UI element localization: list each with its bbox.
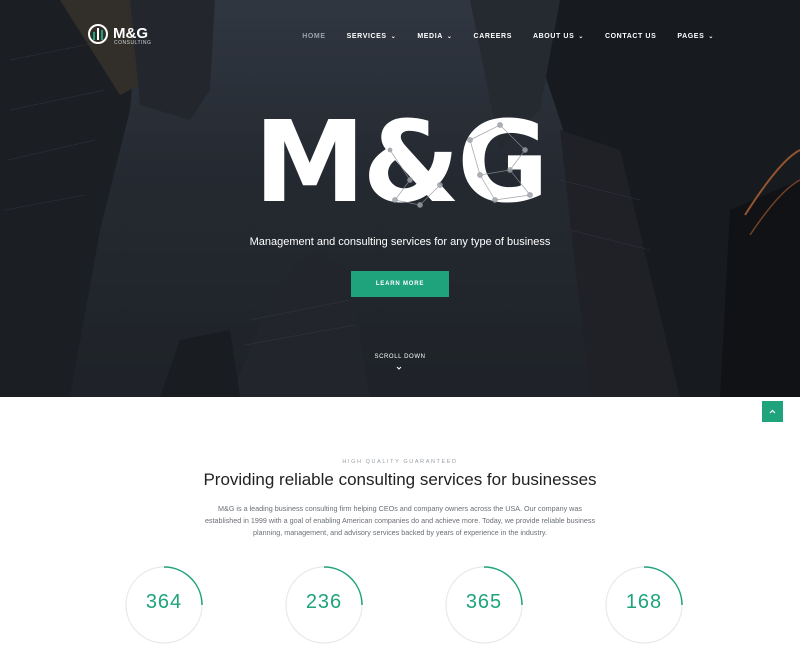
- stat-value: 365: [465, 591, 503, 613]
- section-eyebrow: HIGH QUALITY GUARANTEED: [342, 459, 458, 465]
- network-pattern-overlay: [387, 122, 533, 208]
- stat-counter: 236: [284, 565, 364, 645]
- stat-value: 364: [145, 591, 183, 613]
- hero-section: M&G CONSULTING HOME SERVICES ⌄ MEDIA ⌄ CAREER…: [0, 0, 800, 397]
- chevron-up-icon: [769, 409, 776, 414]
- stat-value: 168: [625, 591, 663, 613]
- back-to-top-button[interactable]: [762, 401, 783, 422]
- section-heading: Providing reliable consulting services f…: [203, 470, 597, 489]
- chevron-down-icon[interactable]: [396, 365, 402, 371]
- scroll-down-link[interactable]: SCROLL DOWN: [0, 354, 800, 360]
- section-description: M&G is a leading business consulting fir…: [204, 504, 596, 537]
- stat-counter: 365: [444, 565, 524, 645]
- stat-value: 236: [305, 591, 343, 613]
- learn-more-button[interactable]: LEARN MORE: [351, 271, 449, 297]
- hero-tagline: Management and consulting services for a…: [249, 236, 551, 248]
- stat-counter: 168: [604, 565, 684, 645]
- stat-counter: 364: [124, 565, 204, 645]
